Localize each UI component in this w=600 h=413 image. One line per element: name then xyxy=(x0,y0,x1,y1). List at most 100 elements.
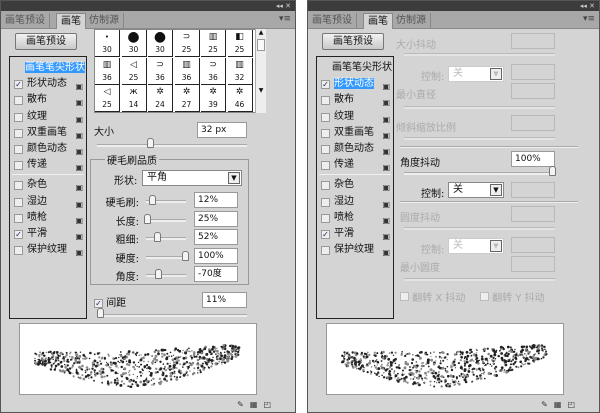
round-control-select[interactable]: 关 ▼ xyxy=(448,238,504,254)
brush-tip[interactable]: ⊃ 25 xyxy=(174,30,200,57)
list-item[interactable]: 杂色 ▣ xyxy=(11,177,86,193)
list-item[interactable]: 湿边 ▣ xyxy=(318,194,393,210)
flip-y-row[interactable]: 翻转 Y 抖动 xyxy=(480,289,545,304)
bristle-slider-thumb[interactable] xyxy=(182,250,189,261)
new-preset-icon[interactable]: ▦ xyxy=(250,400,264,409)
list-item[interactable]: 喷枪 ▣ xyxy=(318,210,393,226)
checkbox[interactable] xyxy=(321,161,330,171)
checkbox[interactable] xyxy=(14,112,23,122)
list-item[interactable]: 画笔笔尖形状 xyxy=(318,60,393,76)
list-item[interactable]: ✓ 形状动态 ▣ xyxy=(11,76,86,92)
brush-tip[interactable]: ◁ 25 xyxy=(121,57,147,85)
checkbox[interactable] xyxy=(321,246,330,256)
tab-clone-source[interactable]: 仿制源 xyxy=(85,13,124,29)
brush-tip[interactable]: ◧ 25 xyxy=(227,30,253,57)
new-preset-icon[interactable]: ▦ xyxy=(554,400,568,409)
bristle-slider-thumb[interactable] xyxy=(148,195,156,205)
checkbox[interactable] xyxy=(14,96,23,106)
spacing-slider[interactable] xyxy=(97,314,247,317)
checkbox[interactable] xyxy=(321,213,330,223)
panel-menu-icon[interactable]: ▾≡ xyxy=(583,14,595,24)
brush-tip[interactable]: • 30 xyxy=(95,30,120,57)
bristle-slider-thumb[interactable] xyxy=(144,213,151,224)
bristle-slider-thumb[interactable] xyxy=(154,232,162,242)
roundness-jitter-slider[interactable] xyxy=(404,227,555,230)
lock-icon[interactable]: ▣ xyxy=(382,245,390,261)
tab-brush-presets[interactable]: 画笔预设 xyxy=(308,13,357,29)
angle-jitter-thumb[interactable] xyxy=(549,166,556,176)
size-slider-thumb[interactable] xyxy=(147,138,155,148)
checkbox[interactable] xyxy=(321,145,330,154)
brush-tip[interactable]: ж 14 xyxy=(121,85,147,112)
list-item[interactable]: 保护纹理 ▣ xyxy=(318,242,393,258)
toggle-bristle-preview-icon[interactable]: ✎ xyxy=(541,400,554,409)
list-item[interactable]: 保护纹理 ▣ xyxy=(11,242,86,258)
spacing-input[interactable]: 11% xyxy=(202,292,247,308)
list-item[interactable]: ✓ 平滑 ▣ xyxy=(318,226,393,242)
create-new-icon[interactable]: ◰ xyxy=(567,400,581,409)
collapse-icon[interactable]: ◂◂ xyxy=(580,2,587,10)
tab-clone-source[interactable]: 仿制源 xyxy=(392,13,431,29)
brush-tip[interactable]: ▥ 32 xyxy=(227,57,253,85)
checkbox[interactable]: ✓ xyxy=(321,80,330,90)
round-control-input[interactable] xyxy=(511,237,555,253)
angle-jitter-input[interactable]: 100% xyxy=(511,151,555,167)
checkbox[interactable] xyxy=(14,181,23,191)
bristle-slider[interactable] xyxy=(146,237,186,240)
list-item[interactable]: 双重画笔 ▣ xyxy=(318,125,393,141)
spacing-checkbox[interactable]: ✓ xyxy=(94,299,103,308)
brush-tip[interactable]: ✲ 39 xyxy=(201,85,226,112)
list-item[interactable]: 纹理 ▣ xyxy=(11,109,86,125)
brush-tip[interactable]: ● 30 xyxy=(121,30,147,57)
angle-control-input[interactable] xyxy=(511,182,555,198)
size-slider[interactable] xyxy=(97,144,247,147)
list-item[interactable]: 双重画笔 ▣ xyxy=(11,125,86,141)
size-jitter-slider[interactable] xyxy=(404,53,555,56)
checkbox[interactable] xyxy=(321,181,330,191)
list-item[interactable]: 纹理 ▣ xyxy=(318,109,393,125)
brush-tip[interactable]: ✲ 46 xyxy=(227,85,253,112)
spacing-checkbox-row[interactable]: ✓ 间距 xyxy=(94,294,126,309)
tilt-scale-slider[interactable] xyxy=(404,137,555,140)
brush-presets-button[interactable]: 画笔预设 xyxy=(322,33,384,50)
checkbox[interactable] xyxy=(14,213,23,223)
brush-tip[interactable]: ⊃ 36 xyxy=(201,57,226,85)
min-roundness-slider[interactable] xyxy=(404,278,555,281)
brush-tip[interactable]: ✲ 24 xyxy=(148,85,173,112)
tab-brush-presets[interactable]: 画笔预设 xyxy=(1,13,50,29)
list-item[interactable]: 散布 ▣ xyxy=(11,92,86,108)
size-input[interactable]: 32 px xyxy=(197,122,247,138)
bristle-value-input[interactable]: 52% xyxy=(194,229,238,245)
scroll-thumb[interactable] xyxy=(257,39,265,51)
checkbox[interactable] xyxy=(14,246,23,256)
flip-x-checkbox[interactable] xyxy=(400,292,409,301)
bristle-value-input[interactable]: -70度 xyxy=(194,266,238,282)
list-item[interactable]: 传递 ▣ xyxy=(318,157,393,173)
flip-x-row[interactable]: 翻转 X 抖动 xyxy=(400,289,465,304)
list-item[interactable]: ✓ 平滑 ▣ xyxy=(11,226,86,242)
shape-select[interactable]: 平角 ▼ xyxy=(142,170,242,186)
brush-tip[interactable]: ▥ 36 xyxy=(95,57,120,85)
size-jitter-input[interactable] xyxy=(511,33,555,49)
checkbox[interactable]: ✓ xyxy=(14,80,23,90)
tilt-scale-input[interactable] xyxy=(511,115,555,131)
panel-menu-icon[interactable]: ▾≡ xyxy=(279,14,291,24)
checkbox[interactable]: ✓ xyxy=(321,230,330,239)
bristle-value-input[interactable]: 25% xyxy=(194,210,238,227)
size-control-select[interactable]: 关 ▼ xyxy=(448,66,504,82)
scroll-down-icon[interactable]: ▼ xyxy=(256,87,266,94)
lock-icon[interactable]: ▣ xyxy=(75,245,83,261)
list-item[interactable]: 颜色动态 ▣ xyxy=(318,141,393,157)
tab-brush[interactable]: 画笔 xyxy=(56,13,86,29)
close-icon[interactable]: ✕ xyxy=(589,2,595,10)
roundness-jitter-input[interactable] xyxy=(511,206,555,222)
tab-brush[interactable]: 画笔 xyxy=(363,13,393,29)
checkbox[interactable] xyxy=(14,161,23,171)
create-new-icon[interactable]: ◰ xyxy=(263,400,277,409)
flip-y-checkbox[interactable] xyxy=(480,292,489,301)
min-roundness-input[interactable] xyxy=(511,256,555,272)
bristle-slider[interactable] xyxy=(146,218,186,222)
scroll-up-icon[interactable]: ▲ xyxy=(256,29,266,36)
toggle-bristle-preview-icon[interactable]: ✎ xyxy=(237,400,250,409)
brush-tip[interactable]: ● 30 xyxy=(148,30,173,57)
